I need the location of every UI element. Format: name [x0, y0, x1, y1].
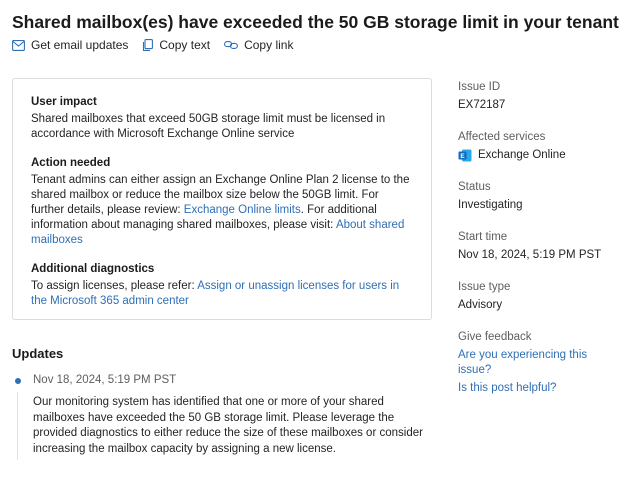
additional-diagnostics-text: To assign licenses, please refer: Assign…: [31, 279, 413, 309]
issue-type-field: Issue type Advisory: [458, 280, 618, 313]
start-time-field: Start time Nov 18, 2024, 5:19 PM PST: [458, 230, 618, 263]
action-needed-section: Action needed Tenant admins can either a…: [31, 156, 413, 248]
issue-id-label: Issue ID: [458, 81, 501, 93]
user-impact-text: Shared mailboxes that exceed 50GB storag…: [31, 113, 386, 140]
user-impact-section: User impact Shared mailboxes that exceed…: [31, 95, 413, 142]
action-needed-text: Tenant admins can either assign an Excha…: [31, 173, 413, 248]
status-label: Status: [458, 181, 491, 193]
start-time-label: Start time: [458, 231, 508, 243]
copy-text-label: Copy text: [159, 38, 211, 52]
timeline-line: [17, 392, 18, 460]
action-bar: Get email updates Copy text Copy link: [12, 38, 293, 52]
get-email-updates-button[interactable]: Get email updates: [12, 38, 128, 52]
exchange-icon: E: [458, 149, 472, 162]
issue-type-label: Issue type: [458, 281, 511, 293]
post-helpful-link[interactable]: Is this post helpful?: [458, 381, 618, 396]
give-feedback-label: Give feedback: [458, 331, 532, 343]
copy-link-label: Copy link: [244, 38, 294, 52]
status-field: Status Investigating: [458, 180, 618, 213]
feedback-field: Give feedback Are you experiencing this …: [458, 330, 618, 396]
details-card: User impact Shared mailboxes that exceed…: [12, 78, 432, 320]
exchange-online-limits-link[interactable]: Exchange Online limits: [184, 204, 301, 216]
additional-diagnostics-heading: Additional diagnostics: [31, 263, 155, 275]
start-time-value: Nov 18, 2024, 5:19 PM PST: [458, 249, 602, 261]
user-impact-heading: User impact: [31, 96, 97, 108]
update-text: Our monitoring system has identified tha…: [33, 396, 423, 455]
updates-heading: Updates: [12, 346, 64, 361]
affected-service: E Exchange Online: [458, 148, 618, 163]
mail-icon: [12, 39, 25, 51]
issue-sidebar: Issue ID EX72187 Affected services E Exc…: [458, 80, 618, 413]
additional-diagnostics-section: Additional diagnostics To assign license…: [31, 262, 413, 309]
copy-icon: [143, 38, 154, 51]
action-needed-heading: Action needed: [31, 157, 111, 169]
affected-service-name: Exchange Online: [478, 149, 566, 161]
update-timestamp: Nov 18, 2024, 5:19 PM PST: [33, 374, 177, 386]
status-value: Investigating: [458, 199, 523, 211]
copy-link-button[interactable]: Copy link: [224, 38, 293, 52]
issue-id-value: EX72187: [458, 99, 506, 111]
diagnostics-text: To assign licenses, please refer:: [31, 280, 198, 292]
link-icon: [224, 41, 239, 49]
affected-services-field: Affected services E Exchange Online: [458, 130, 618, 163]
get-email-updates-label: Get email updates: [31, 38, 129, 52]
copy-text-button[interactable]: Copy text: [142, 38, 210, 52]
svg-text:E: E: [460, 153, 465, 160]
timeline-dot: [15, 378, 21, 384]
affected-services-label: Affected services: [458, 131, 546, 143]
issue-id-field: Issue ID EX72187: [458, 80, 618, 113]
experiencing-issue-link[interactable]: Are you experiencing this issue?: [458, 348, 618, 378]
issue-type-value: Advisory: [458, 299, 503, 311]
page-title: Shared mailbox(es) have exceeded the 50 …: [12, 12, 619, 32]
